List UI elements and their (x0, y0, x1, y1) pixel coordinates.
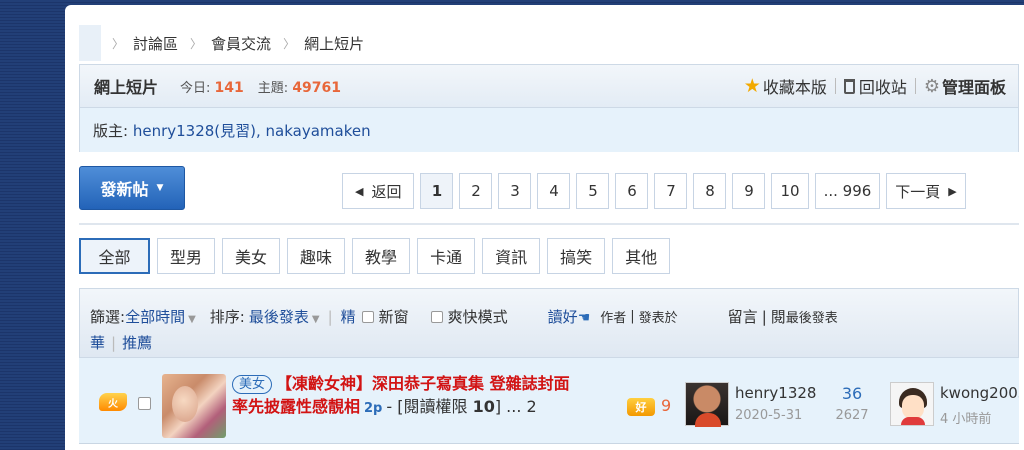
row-checkbox[interactable] (138, 397, 151, 410)
page-button[interactable]: 9 (732, 173, 766, 209)
today-stat: 今日: 141 (180, 79, 244, 96)
avatar[interactable] (890, 382, 934, 426)
chevron-down-icon: ▼ (156, 183, 164, 193)
page-button[interactable]: 10 (771, 173, 809, 209)
hot-badge: 火 (99, 393, 127, 411)
chevron-right-icon: 〉 (283, 36, 296, 51)
last-poster[interactable]: kwong2005 (940, 384, 1019, 402)
sort-label: 排序: (209, 308, 245, 326)
page-count-tag[interactable]: 2p (364, 401, 382, 416)
reply-column-label: 留言 (727, 308, 758, 326)
moderators: 版主: henry1328(見習), nakayamaken (80, 108, 1018, 152)
chevron-down-icon: ▼ (188, 314, 196, 325)
page-button[interactable]: 2 (459, 173, 493, 209)
author-column-label: 作者 (600, 311, 627, 326)
gear-icon: ⚙ (923, 75, 940, 97)
digest-link-tail[interactable]: 華 (90, 332, 105, 353)
breadcrumb-item[interactable]: 會員交流 (211, 33, 271, 54)
view-count: 2627 (835, 408, 869, 423)
view-column-label: 閱 (770, 308, 786, 326)
arrow-right-icon: ▶ (948, 184, 957, 198)
category-tabs: 全部 型男 美女 趣味 教學 卡通 資訊 搞笑 其他 (79, 238, 677, 274)
permission-close[interactable]: ] ... 2 (495, 397, 537, 416)
topics-stat: 主題: 49761 (257, 79, 342, 96)
digest-link[interactable]: 精 (341, 306, 356, 327)
thread-thumbnail[interactable] (162, 374, 226, 438)
reply-count[interactable]: 36 (831, 384, 873, 403)
new-post-button[interactable]: 發新帖 ▼ (79, 166, 185, 210)
post-date: 2020-5-31 (735, 408, 803, 423)
category-tab[interactable]: 美女 (222, 238, 281, 274)
category-tag[interactable]: 美女 (232, 375, 273, 394)
new-window-label: 新窗 (378, 308, 409, 326)
good-count: 9 (661, 396, 672, 415)
forum-title: 網上短片 (94, 78, 159, 97)
breadcrumb-item[interactable]: 討論區 (133, 33, 178, 54)
category-tab[interactable]: 資訊 (482, 238, 541, 274)
last-page-button[interactable]: ... 996 (814, 173, 881, 209)
posted-column-label: 發表於 (638, 311, 678, 326)
home-icon[interactable] (79, 25, 101, 61)
sort-dropdown[interactable]: 最後發表 ▼ (249, 306, 320, 327)
filter-label: 篩選: (90, 308, 126, 326)
good-badge: 好 (627, 398, 655, 416)
page-button-current[interactable]: 1 (420, 173, 454, 209)
category-tab[interactable]: 教學 (352, 238, 411, 274)
page-button[interactable]: 5 (576, 173, 610, 209)
recommend-link[interactable]: 推薦 (122, 332, 152, 353)
thread-title-block: 美女 【凍齡女神】深田恭子寫真集 登雜誌封面率先披露性感靚相 2p - [閱讀權限 1… (232, 372, 577, 420)
pagination: ◀ 返回 1 2 3 4 5 6 7 8 9 10 ... 996 下一頁 ▶ (342, 173, 972, 209)
category-tab[interactable]: 型男 (157, 238, 216, 274)
new-window-checkbox[interactable] (361, 310, 374, 323)
permission-value: 10 (472, 397, 495, 416)
table-row[interactable]: 火 美女 【凍齡女神】深田恭子寫真集 登雜誌封面率先披露性感靚相 2p - [閱讀權限… (79, 358, 1019, 444)
category-tab[interactable]: 趣味 (287, 238, 346, 274)
permission-text: - [閱讀權限 (386, 397, 468, 416)
category-tab[interactable]: 卡通 (417, 238, 476, 274)
chevron-right-icon: 〉 (190, 36, 203, 51)
last-post-column-label: 最後發表 (785, 311, 838, 326)
moderator-links[interactable]: henry1328(見習), nakayamaken (133, 120, 371, 141)
category-tab-all[interactable]: 全部 (79, 238, 150, 274)
thumb-icon: ☚ (577, 310, 591, 326)
divider (79, 223, 1019, 225)
page-button[interactable]: 8 (693, 173, 727, 209)
trash-icon (843, 78, 855, 94)
forum-header: 網上短片 今日: 141 主題: 49761 ★ 收藏本版 回收站 ⚙ 管理面板 版… (79, 64, 1019, 152)
manage-panel-button[interactable]: ⚙ 管理面板 (924, 74, 1006, 98)
category-tab[interactable]: 搞笑 (547, 238, 606, 274)
time-filter-dropdown[interactable]: 全部時間 ▼ (125, 306, 196, 327)
star-icon: ★ (743, 75, 761, 97)
next-page-button[interactable]: 下一頁 ▶ (886, 173, 966, 209)
read-pref-link[interactable]: 讀好☚ (548, 306, 591, 327)
fast-mode-label: 爽快模式 (447, 308, 508, 326)
favorite-button[interactable]: ★ 收藏本版 (744, 74, 827, 98)
chevron-down-icon: ▼ (311, 314, 320, 325)
breadcrumb-item[interactable]: 網上短片 (304, 33, 364, 54)
page-button[interactable]: 6 (615, 173, 649, 209)
last-post-time[interactable]: 4 小時前 (940, 408, 991, 427)
arrow-left-icon: ◀ (355, 184, 364, 198)
page-button[interactable]: 7 (654, 173, 688, 209)
avatar[interactable] (685, 382, 729, 427)
filter-bar: 篩選: 全部時間 ▼ 排序: 最後發表 ▼ | 精 新窗 爽快模式 讀好☚ 作者 |… (79, 288, 1019, 358)
breadcrumb: 〉 討論區 〉 會員交流 〉 網上短片 (79, 25, 364, 61)
author-name[interactable]: henry1328 (735, 384, 816, 402)
prev-page-button[interactable]: ◀ 返回 (342, 173, 415, 209)
page-button[interactable]: 3 (498, 173, 532, 209)
page-button[interactable]: 4 (537, 173, 571, 209)
recycle-bin-button[interactable]: 回收站 (843, 74, 907, 98)
chevron-right-icon: 〉 (112, 36, 125, 51)
category-tab[interactable]: 其他 (612, 238, 671, 274)
forum-panel: 〉 討論區 〉 會員交流 〉 網上短片 網上短片 今日: 141 主題: 497… (65, 5, 1024, 450)
fast-mode-checkbox[interactable] (430, 310, 443, 323)
